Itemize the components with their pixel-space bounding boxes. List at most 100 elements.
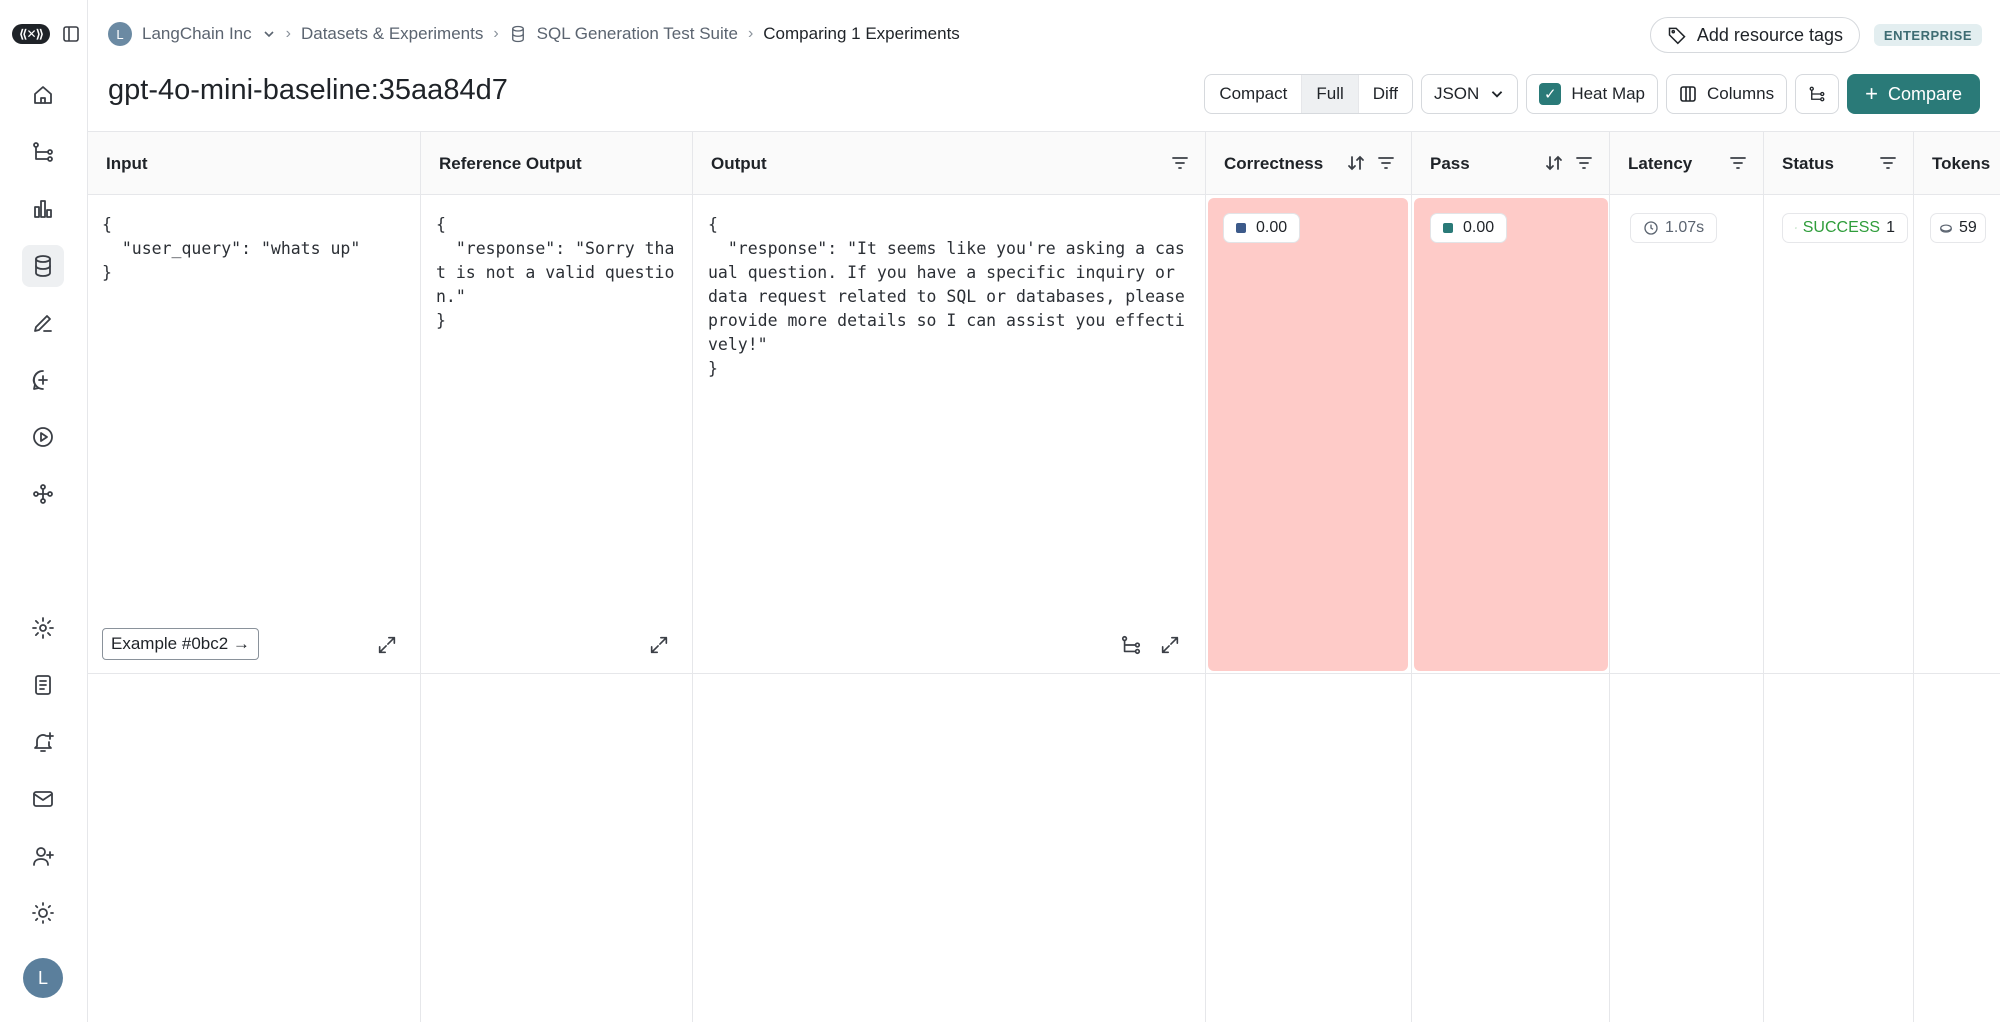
- heatmap-label: Heat Map: [1571, 84, 1646, 103]
- toolbar: Compact Full Diff JSON ✓ Heat Map Column…: [1204, 74, 1980, 114]
- column-header-latency[interactable]: Latency: [1610, 132, 1764, 195]
- play-icon[interactable]: [22, 416, 64, 458]
- expand-icon[interactable]: [376, 634, 398, 656]
- column-header-output[interactable]: Output: [693, 132, 1206, 195]
- sort-icon[interactable]: [1545, 154, 1563, 172]
- pen-icon[interactable]: [22, 302, 64, 344]
- langsmith-logo[interactable]: ⟪✕⟫: [12, 24, 50, 44]
- user-avatar[interactable]: L: [23, 958, 63, 998]
- database-icon[interactable]: [22, 245, 64, 287]
- trace-view-button[interactable]: [1795, 74, 1840, 114]
- breadcrumb-datasets[interactable]: Datasets & Experiments: [301, 24, 483, 44]
- mail-icon[interactable]: [22, 778, 64, 820]
- tracing-icon: [1809, 86, 1825, 102]
- add-resource-tags-button[interactable]: Add resource tags: [1649, 17, 1860, 53]
- reference-output-cell: { "response": "Sorry that is not a valid…: [436, 215, 675, 330]
- column-divider: [1763, 195, 1764, 1022]
- breadcrumb-org[interactable]: LangChain Inc: [142, 24, 252, 44]
- coins-icon: [1940, 224, 1952, 233]
- columns-icon: [1680, 86, 1696, 102]
- row-divider: [88, 673, 2000, 674]
- view-mode-toggle: Compact Full Diff: [1204, 74, 1413, 114]
- sidebar: ⟪✕⟫ L: [0, 0, 88, 1022]
- tag-icon: [1668, 27, 1686, 45]
- chevron-right-icon: ›: [493, 25, 499, 42]
- chevron-right-icon: ›: [747, 25, 754, 42]
- expand-icon[interactable]: [648, 634, 670, 656]
- check-circle-icon: [1795, 227, 1797, 229]
- column-header-input[interactable]: Input: [88, 132, 421, 195]
- gear-icon[interactable]: [22, 607, 64, 649]
- page-title: gpt-4o-mini-baseline:35aa84d7: [108, 74, 508, 106]
- column-header-correctness[interactable]: Correctness: [1206, 132, 1412, 195]
- doc-icon[interactable]: [22, 664, 64, 706]
- sort-icon[interactable]: [1347, 154, 1365, 172]
- compare-label: Compare: [1887, 83, 1962, 104]
- home-icon[interactable]: [22, 74, 64, 116]
- org-avatar: L: [108, 22, 132, 46]
- filter-icon[interactable]: [1575, 154, 1593, 172]
- latency-value: 1.07s: [1630, 213, 1718, 243]
- chevron-down-icon[interactable]: [262, 27, 276, 41]
- database-icon: [511, 25, 524, 43]
- input-cell: { "user_query": "whats up" }: [102, 215, 361, 282]
- column-divider: [1411, 195, 1412, 1022]
- column-divider: [1609, 195, 1610, 1022]
- top-bar: L LangChain Inc › Datasets & Experiments…: [88, 0, 2000, 72]
- filter-icon[interactable]: [1729, 154, 1747, 172]
- filter-icon[interactable]: [1879, 154, 1897, 172]
- clock-icon: [1644, 221, 1658, 235]
- add-resource-tags-label: Add resource tags: [1696, 24, 1843, 45]
- tokens-value: 59: [1930, 213, 1986, 243]
- view-compact-button[interactable]: Compact: [1205, 75, 1303, 113]
- status-extra: 1: [1886, 219, 1895, 236]
- breadcrumb: L LangChain Inc › Datasets & Experiments…: [108, 22, 960, 46]
- breadcrumb-current: Comparing 1 Experiments: [763, 24, 960, 43]
- plan-badge: ENTERPRISE: [1873, 24, 1982, 46]
- view-full-button[interactable]: Full: [1302, 75, 1359, 113]
- correctness-value: 0.00: [1256, 219, 1288, 236]
- column-header-reference-output[interactable]: Reference Output: [421, 132, 693, 195]
- columns-label: Columns: [1707, 84, 1775, 103]
- trace-icon[interactable]: [1120, 634, 1142, 656]
- chevron-down-icon: [1492, 91, 1503, 98]
- column-divider: [1913, 195, 1914, 1022]
- column-header-tokens[interactable]: Tokens: [1914, 132, 2000, 195]
- tracing-icon[interactable]: [22, 131, 64, 173]
- table-header: Input Reference Output Output Correctnes…: [88, 131, 2000, 195]
- plus-icon: +: [1865, 81, 1878, 106]
- column-divider: [1205, 195, 1206, 1022]
- correctness-score[interactable]: 0.00: [1223, 213, 1301, 243]
- compare-button[interactable]: + Compare: [1847, 74, 1980, 114]
- chart-icon[interactable]: [22, 188, 64, 230]
- graph-icon[interactable]: [22, 473, 64, 515]
- format-select[interactable]: JSON: [1420, 74, 1519, 114]
- pass-score[interactable]: 0.00: [1430, 213, 1508, 243]
- breadcrumb-dataset[interactable]: SQL Generation Test Suite: [537, 24, 738, 44]
- sidebar-toggle-icon[interactable]: [62, 25, 80, 43]
- heatmap-toggle[interactable]: ✓ Heat Map: [1526, 74, 1659, 114]
- chat-plus-icon[interactable]: [22, 359, 64, 401]
- filter-icon[interactable]: [1377, 154, 1395, 172]
- heatmap-checkbox[interactable]: ✓: [1539, 83, 1562, 105]
- column-divider: [420, 195, 421, 1022]
- correctness-heat-cell: [1208, 198, 1408, 671]
- score-swatch: [1443, 223, 1453, 233]
- user-plus-icon[interactable]: [22, 835, 64, 877]
- column-header-pass[interactable]: Pass: [1412, 132, 1610, 195]
- output-cell: { "response": "It seems like you're aski…: [708, 215, 1185, 378]
- score-swatch: [1236, 223, 1246, 233]
- chevron-right-icon: ›: [285, 25, 291, 42]
- view-diff-button[interactable]: Diff: [1359, 75, 1412, 113]
- format-value: JSON: [1433, 84, 1480, 103]
- columns-button[interactable]: Columns: [1666, 74, 1788, 114]
- expand-icon[interactable]: [1159, 634, 1181, 656]
- column-divider: [692, 195, 693, 1022]
- filter-icon[interactable]: [1171, 154, 1189, 172]
- pass-heat-cell: [1414, 198, 1608, 671]
- column-header-status[interactable]: Status: [1764, 132, 1914, 195]
- experiment-table: Input Reference Output Output Correctnes…: [88, 131, 2000, 1022]
- bell-plus-icon[interactable]: [22, 721, 64, 763]
- example-link-button[interactable]: Example #0bc2 →: [102, 628, 259, 660]
- sun-icon[interactable]: [22, 892, 64, 934]
